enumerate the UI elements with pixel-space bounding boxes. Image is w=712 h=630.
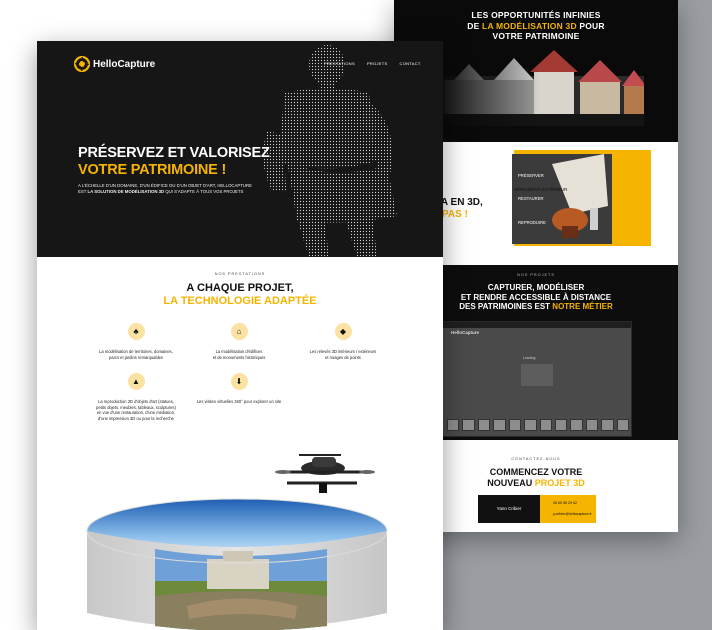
label-preserver: PRÉSERVER xyxy=(518,173,544,178)
label-reproduire: REPRODUIRE xyxy=(518,220,546,225)
aperture-icon xyxy=(74,56,90,72)
service-item-surveys: ◆ Les relevés 3D intérieurs / extérieurs… xyxy=(293,323,393,360)
viewer-titlebar xyxy=(443,322,631,328)
service-item-monuments: ⌂ La modélisation d'édifices et de monum… xyxy=(189,323,289,360)
services-kicker: NOS PRESTATIONS xyxy=(214,272,266,276)
nav-prestations[interactable]: PRESTATIONS xyxy=(324,61,355,66)
nav-projets[interactable]: PROJETS xyxy=(367,61,388,66)
contact-info-card: 06 60 96 29 02 y.cribier@hellocapture.fr xyxy=(540,495,596,523)
viewer-model xyxy=(521,364,553,386)
download-icon: ⬇ xyxy=(230,373,248,390)
shapes-icon: ▲ xyxy=(127,373,145,390)
email-text[interactable]: y.cribier@hellocapture.fr xyxy=(553,512,592,516)
cube-icon: ◆ xyxy=(334,323,352,340)
viewer-thumbnails xyxy=(447,419,630,431)
front-hero: HelloCapture PRESTATIONS PROJETS CONTACT… xyxy=(37,41,443,257)
back-hero-title: LES OPPORTUNITÉS INFINIES DE LA MODÉLISA… xyxy=(467,10,605,41)
phone-text[interactable]: 06 60 96 29 02 xyxy=(553,501,577,505)
main-nav: PRESTATIONS PROJETS CONTACT xyxy=(324,61,421,66)
logo[interactable]: HelloCapture xyxy=(74,56,155,72)
hero-title: PRÉSERVEZ ET VALORISEZ VOTRE PATRIMOINE … xyxy=(78,145,270,178)
viewer-screenshot[interactable]: HelloCapture Loading xyxy=(442,321,632,437)
viewer-loading: Loading xyxy=(523,356,536,360)
castle-illustration xyxy=(434,46,644,126)
service-item-art-objects: ▲ La reproduction 3D d'objets d'art (sta… xyxy=(86,373,186,421)
logo-text: HelloCapture xyxy=(93,58,156,70)
front-page-mockup: HelloCapture PRESTATIONS PROJETS CONTACT… xyxy=(37,41,443,630)
services-section: NOS PRESTATIONS A CHAQUE PROJET, LA TECH… xyxy=(37,257,443,457)
drone-icon xyxy=(275,454,375,493)
service-item-virtual-tours: ⬇ Les visites virtuelles 360° pour explo… xyxy=(189,373,289,405)
services-title: A CHAQUE PROJET, LA TECHNOLOGIE ADAPTÉE xyxy=(163,282,317,307)
contact-name-card: Yann Cribier xyxy=(478,495,540,523)
service-item-territories: ♣ La modélisation de territoires, domain… xyxy=(86,323,186,360)
hero-subtitle: A L'ÉCHELLE D'UN DOMAINE, D'UN ÉDIFICE O… xyxy=(78,183,252,194)
nav-contact[interactable]: CONTACT xyxy=(400,61,421,66)
monument-icon: ⌂ xyxy=(230,323,248,340)
label-restaurer: RESTAURER xyxy=(518,196,544,201)
panorama-illustration xyxy=(86,454,388,630)
tree-icon: ♣ xyxy=(127,323,145,340)
viewer-logo: HelloCapture xyxy=(451,330,480,335)
monument-label: MONUMENT EXTÉRIEUR xyxy=(514,187,568,192)
